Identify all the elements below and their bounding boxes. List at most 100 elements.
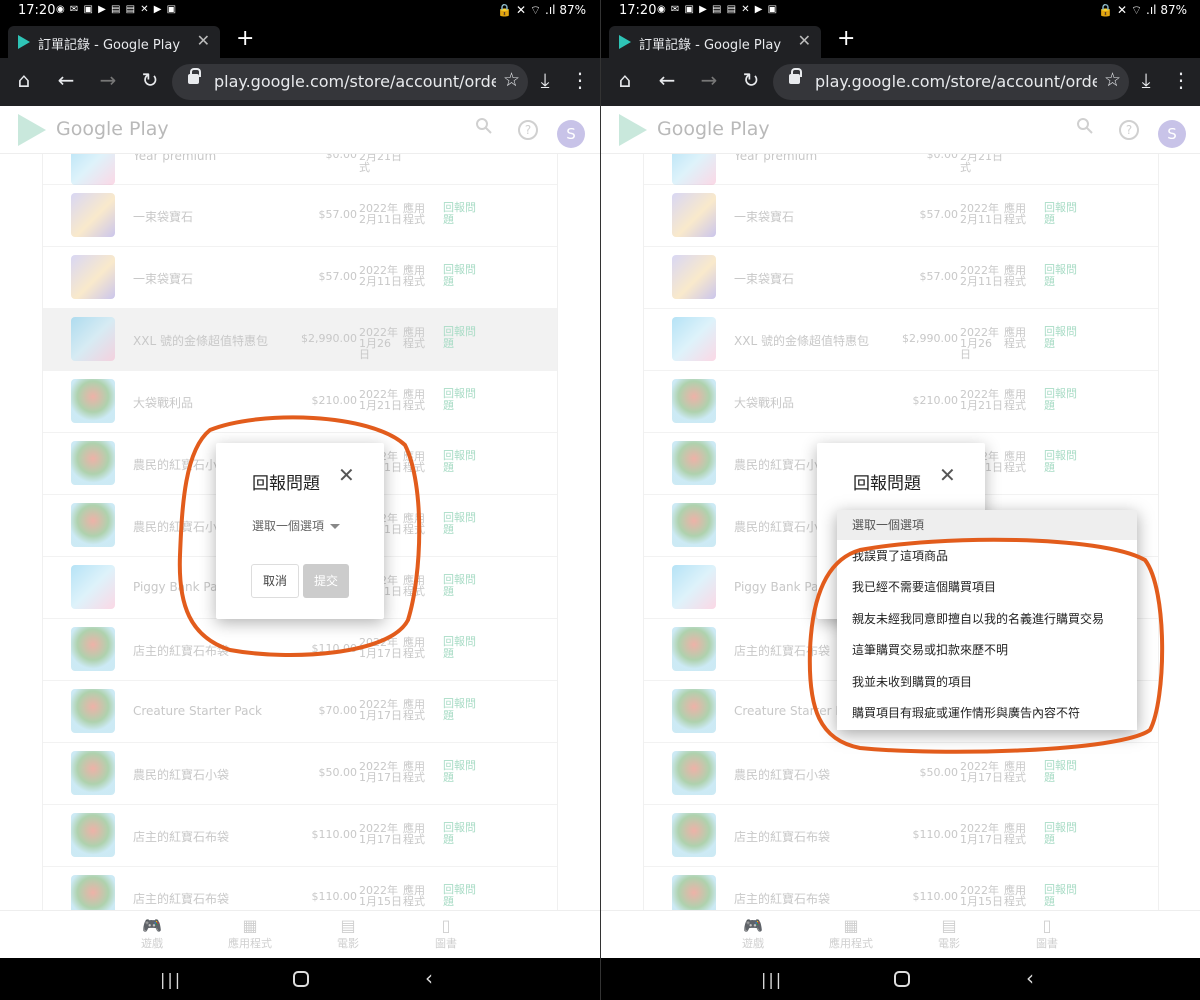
- google-play-logo-icon[interactable]: [18, 114, 46, 146]
- report-problem-link[interactable]: 回報問題: [443, 884, 481, 908]
- forward-icon[interactable]: →: [697, 68, 721, 92]
- reload-icon[interactable]: ↻: [138, 68, 162, 92]
- search-icon[interactable]: [1077, 118, 1093, 134]
- report-problem-link[interactable]: 回報問題: [443, 636, 481, 660]
- tab-close-icon[interactable]: ✕: [197, 31, 210, 50]
- search-icon[interactable]: [476, 118, 492, 134]
- table-row[interactable]: 店主的紅寶石布袋 $110.00 2022年 1月15日 應用程式 回報問題: [644, 867, 1158, 910]
- report-problem-link[interactable]: 回報問題: [443, 760, 481, 784]
- home-icon[interactable]: ⌂: [613, 68, 637, 92]
- dropdown-option[interactable]: 我誤買了這項商品: [837, 541, 1137, 571]
- address-bar[interactable]: play.google.com/store/account/orderhis ☆: [773, 64, 1129, 100]
- home-button-icon[interactable]: [894, 971, 910, 987]
- table-row[interactable]: 一束袋寶石 $57.00 2022年 2月11日 應用程式 回報問題: [43, 185, 557, 247]
- reason-select[interactable]: 選取一個選項: [252, 517, 341, 534]
- table-row[interactable]: 店主的紅寶石布袋 $110.002022年 1月17日應用程式回報問題: [43, 619, 557, 681]
- report-problem-link[interactable]: 回報問題: [443, 326, 481, 350]
- recent-apps-icon[interactable]: |||: [160, 970, 182, 989]
- google-play-wordmark[interactable]: Google Play: [56, 118, 169, 140]
- new-tab-button[interactable]: +: [837, 26, 855, 51]
- report-problem-link[interactable]: 回報問題: [443, 450, 481, 474]
- dropdown-option[interactable]: 我已經不需要這個購買項目: [837, 572, 1137, 602]
- close-icon[interactable]: ✕: [338, 463, 355, 487]
- tab-close-icon[interactable]: ✕: [798, 31, 811, 50]
- recent-apps-icon[interactable]: |||: [761, 970, 783, 989]
- bottom-nav-item[interactable]: ▦ 應用程式: [811, 917, 891, 951]
- close-icon[interactable]: ✕: [939, 463, 956, 487]
- bottom-nav-item[interactable]: ▯ 圖書: [1007, 917, 1087, 951]
- table-row[interactable]: Year premium $0.00 2月21日式: [43, 154, 557, 185]
- dropdown-option[interactable]: 親友未經我同意即擅自以我的名義進行購買交易: [837, 604, 1137, 634]
- bottom-nav-item[interactable]: ▯ 圖書: [406, 917, 486, 951]
- bookmark-star-icon[interactable]: ☆: [1104, 69, 1121, 91]
- report-problem-link[interactable]: 回報問題: [443, 698, 481, 722]
- item-type: 應用程式: [1004, 760, 1026, 784]
- report-problem-link[interactable]: 回報問題: [1044, 202, 1082, 226]
- table-row[interactable]: 一束袋寶石 $57.00 2022年 2月11日 應用程式 回報問題: [644, 247, 1158, 309]
- avatar[interactable]: S: [557, 120, 585, 148]
- report-problem-link[interactable]: 回報問題: [443, 202, 481, 226]
- address-bar[interactable]: play.google.com/store/account/orderhis ☆: [172, 64, 528, 100]
- dropdown-option[interactable]: 這筆購買交易或扣款來歷不明: [837, 635, 1137, 665]
- system-back-icon[interactable]: ‹: [425, 966, 433, 990]
- download-icon[interactable]: ⤓: [533, 68, 557, 92]
- table-row[interactable]: 大袋戰利品 $210.00 2022年 1月21日 應用程式 回報問題: [43, 371, 557, 433]
- table-row[interactable]: 店主的紅寶石布袋 $110.002022年 1月17日應用程式回報問題: [644, 805, 1158, 867]
- bottom-nav-item[interactable]: ▦ 應用程式: [210, 917, 290, 951]
- dropdown-option[interactable]: 購買項目有瑕疵或運作情形與廣告內容不符: [837, 698, 1137, 728]
- report-problem-link[interactable]: 回報問題: [1044, 760, 1082, 784]
- menu-icon[interactable]: ⋮: [568, 68, 592, 92]
- report-problem-link[interactable]: 回報問題: [443, 264, 481, 288]
- browser-tab[interactable]: 訂單記錄 - Google Play ✕: [609, 26, 821, 58]
- report-problem-link[interactable]: 回報問題: [1044, 450, 1082, 474]
- table-row[interactable]: 店主的紅寶石布袋 $110.002022年 1月17日應用程式回報問題: [43, 805, 557, 867]
- bottom-nav-item[interactable]: 🎮 遊戲: [713, 917, 793, 951]
- home-icon[interactable]: ⌂: [12, 68, 36, 92]
- avatar[interactable]: S: [1158, 120, 1186, 148]
- bottom-nav-item[interactable]: 🎮 遊戲: [112, 917, 192, 951]
- report-problem-link[interactable]: 回報問題: [443, 822, 481, 846]
- reload-icon[interactable]: ↻: [739, 68, 763, 92]
- browser-tab[interactable]: 訂單記錄 - Google Play ✕: [8, 26, 220, 58]
- table-row[interactable]: XXL 號的金條超值特惠包 $2,990.00 2022年 1月26 日應用程式 回報…: [644, 309, 1158, 371]
- url-text[interactable]: play.google.com/store/account/orderhis: [815, 72, 1097, 91]
- report-problem-link[interactable]: 回報問題: [1044, 822, 1082, 846]
- report-problem-link[interactable]: 回報問題: [1044, 388, 1082, 412]
- dropdown-option[interactable]: 選取一個選項: [837, 510, 1137, 540]
- menu-icon[interactable]: ⋮: [1169, 68, 1193, 92]
- table-row[interactable]: 一束袋寶石 $57.00 2022年 2月11日 應用程式 回報問題: [644, 185, 1158, 247]
- report-problem-link[interactable]: 回報問題: [443, 512, 481, 536]
- report-problem-link[interactable]: 回報問題: [1044, 326, 1082, 350]
- table-row[interactable]: 農民的紅寶石小袋 $50.00 2022年 1月17日 應用程式 回報問題: [644, 743, 1158, 805]
- table-row[interactable]: 店主的紅寶石布袋 $110.00 2022年 1月15日 應用程式 回報問題: [43, 867, 557, 910]
- bottom-nav-item[interactable]: ▤ 電影: [909, 917, 989, 951]
- table-row[interactable]: 農民的紅寶石小袋 $50.00 2022年 1月17日 應用程式 回報問題: [43, 743, 557, 805]
- report-problem-link[interactable]: 回報問題: [1044, 264, 1082, 288]
- home-button-icon[interactable]: [293, 971, 309, 987]
- new-tab-button[interactable]: +: [236, 26, 254, 51]
- download-icon[interactable]: ⤓: [1134, 68, 1158, 92]
- help-icon[interactable]: ?: [518, 120, 538, 140]
- bookmark-star-icon[interactable]: ☆: [503, 69, 520, 91]
- bottom-nav-item[interactable]: ▤ 電影: [308, 917, 388, 951]
- system-back-icon[interactable]: ‹: [1026, 966, 1034, 990]
- cancel-button[interactable]: 取消: [251, 564, 299, 598]
- submit-button[interactable]: 提交: [303, 564, 349, 598]
- report-problem-link[interactable]: 回報問題: [1044, 884, 1082, 908]
- dropdown-option[interactable]: 我並未收到購買的項目: [837, 667, 1137, 697]
- forward-icon[interactable]: →: [96, 68, 120, 92]
- table-row[interactable]: 一束袋寶石 $57.00 2022年 2月11日 應用程式 回報問題: [43, 247, 557, 309]
- table-row[interactable]: XXL 號的金條超值特惠包 $2,990.00 2022年 1月26 日應用程式 回報…: [43, 309, 557, 371]
- back-icon[interactable]: ←: [54, 68, 78, 92]
- report-problem-link[interactable]: 回報問題: [443, 574, 481, 598]
- back-icon[interactable]: ←: [655, 68, 679, 92]
- google-play-logo-icon[interactable]: [619, 114, 647, 146]
- table-row[interactable]: Creature Starter Pack $70.002022年 1月17日應用…: [43, 681, 557, 743]
- table-row[interactable]: Year premium $0.00 2月21日式: [644, 154, 1158, 185]
- google-play-wordmark[interactable]: Google Play: [657, 118, 770, 140]
- report-problem-link[interactable]: 回報問題: [443, 388, 481, 412]
- table-row[interactable]: 大袋戰利品 $210.00 2022年 1月21日 應用程式 回報問題: [644, 371, 1158, 433]
- url-text[interactable]: play.google.com/store/account/orderhis: [214, 72, 496, 91]
- item-type: 應用程式: [403, 202, 425, 226]
- help-icon[interactable]: ?: [1119, 120, 1139, 140]
